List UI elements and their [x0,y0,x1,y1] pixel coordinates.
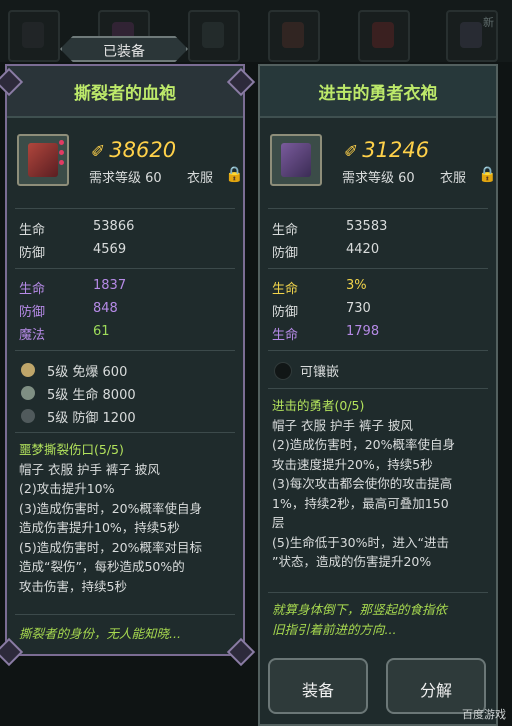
stat-row: 防御 4420 [272,242,380,261]
gem-icon [21,409,35,423]
bonus-stat-row: 生命 1798 [272,324,380,343]
hero-robe-icon [281,143,311,177]
set-title: 进击的勇者(0/5) [272,398,365,413]
bonus-stat-row: 魔法 61 [19,324,110,343]
equipped-tab: 已装备 [60,36,188,62]
set-bonus: 噩梦撕裂伤口(5/5) 帽子 衣服 护手 裤子 披风 (2)攻击提升10% (3… [19,440,239,596]
set-line: (2)造成伤害时，20%概率使自身 [272,437,455,452]
gem-stat: 5级 免爆 600 [47,365,128,380]
divider [268,388,488,389]
set-line: (2)攻击提升10% [19,481,115,496]
bonus-stat-row: 防御 848 [19,301,118,320]
set-line: (5)生命低于30%时，进入“进击 [272,534,449,550]
item-title-bar: 进击的勇者衣袍 [260,66,496,118]
set-pieces: 帽子 衣服 护手 裤子 披风 [19,461,160,477]
divider [268,208,488,209]
divider [15,432,235,433]
lock-icon[interactable]: 🔒 [225,165,244,183]
equip-button[interactable]: 装备 [268,658,368,714]
set-pieces: 帽子 衣服 护手 裤子 披风 [272,417,413,433]
sword-icon: ✐ [344,142,359,162]
set-line: ”状态，造成的伤害提升20% [272,554,432,569]
item-title: 撕裂者的血袍 [74,84,176,104]
divider [15,208,235,209]
divider [268,592,488,593]
blood-robe-icon [28,143,58,177]
equipped-item-panel: 撕裂者的血袍 ✐ 38620 需求等级 60 衣服 🔒 生命 53866 防御 456… [0,64,256,667]
set-title: 噩梦撕裂伤口(5/5) [19,442,124,457]
socket-label: 可镶嵌 [300,365,340,380]
gem-icon [21,386,35,400]
power-score: ✐ 31246 [344,138,430,162]
bonus-stat-row: 生命 1837 [19,278,127,297]
stat-row: 防御 4569 [19,242,127,261]
equipment-slot[interactable]: 新 [446,10,498,62]
set-line: 造成伤害提升10%，持续5秒 [19,520,180,535]
set-line: (3)造成伤害时，20%概率使自身 [19,500,202,516]
equipment-slot[interactable] [358,10,410,62]
equipment-slot[interactable] [8,10,60,62]
divider [15,268,235,269]
power-score: ✐ 38620 [91,138,177,162]
divider [15,614,235,615]
watermark: 百度游戏 [462,708,506,721]
set-line: 1%，持续2秒，最高可叠加150 [272,495,449,511]
flavor-text: 就算身体倒下，那竖起的食指依 旧指引着前进的方向... [272,602,448,637]
empty-socket-icon [274,362,292,380]
set-line: (5)造成伤害时，20%概率对目标 [19,539,202,555]
gem-icon [21,363,35,377]
set-line: 攻击伤害，持续5秒 [19,578,127,594]
lock-icon[interactable]: 🔒 [478,165,497,183]
item-title: 进击的勇者衣袍 [318,84,438,104]
set-bonus: 进击的勇者(0/5) 帽子 衣服 护手 裤子 披风 (2)造成伤害时，20%概率… [272,396,492,572]
item-icon-frame [270,134,322,186]
required-level: 需求等级 60 [342,171,415,186]
equipment-slot[interactable] [188,10,240,62]
divider [268,350,488,351]
new-tag: 新 [483,16,494,29]
bonus-stat-row: 生命 3% [272,278,367,297]
divider [268,268,488,269]
required-level: 需求等级 60 [89,171,162,186]
set-line: 造成“裂伤”，每秒造成50%的 [19,559,185,574]
gem-stat: 5级 生命 8000 [47,388,136,403]
set-line: 层 [272,515,285,530]
set-line: (3)每次攻击都会使你的攻击提高 [272,476,453,491]
item-icon-frame [17,134,69,186]
stat-row: 生命 53583 [272,219,388,238]
flavor-text: 撕裂者的身份，无人能知晓... [19,626,181,641]
item-title-bar: 撕裂者的血袍 [7,66,243,118]
slot-type: 衣服 [187,171,214,186]
bonus-stat-row: 防御 730 [272,301,371,320]
gem-stat: 5级 防御 1200 [47,411,136,426]
divider [15,350,235,351]
slot-type: 衣服 [440,171,467,186]
set-line: 攻击速度提升20%，持续5秒 [272,456,433,472]
compare-item-panel: 进击的勇者衣袍 ✐ 31246 需求等级 60 衣服 🔒 生命 53583 防御 44… [258,64,498,726]
sword-icon: ✐ [91,142,106,162]
equipment-slot[interactable] [268,10,320,62]
stat-row: 生命 53866 [19,219,135,238]
